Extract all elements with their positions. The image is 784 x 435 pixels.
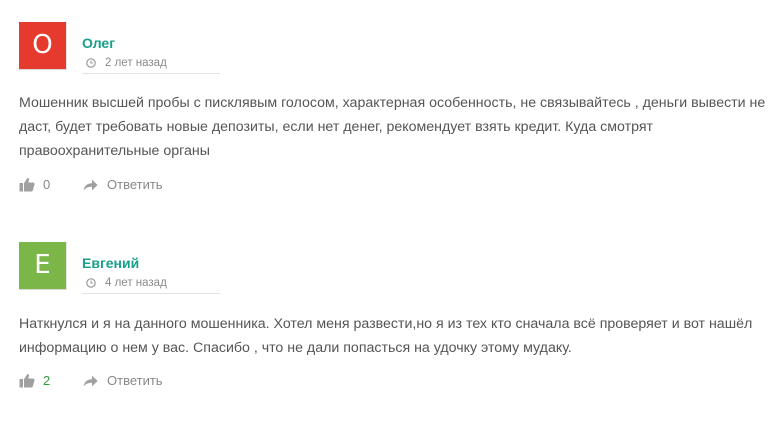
comment: E Евгений 4 лет назад Наткнулся и я на д… [0,242,784,412]
like-count: 2 [43,373,51,388]
avatar-frame: E [19,242,67,290]
comment-author[interactable]: Евгений [82,255,139,271]
meta-divider [82,73,220,74]
avatar: O [19,22,66,69]
thumbs-up-icon[interactable] [19,373,35,388]
comment: O Олег 2 лет назад Мошенник высшей пробы… [0,22,784,202]
clock-icon [86,58,96,68]
reply-button[interactable]: Ответить [83,177,163,192]
comment-actions: 2 Ответить [19,373,163,388]
meta-divider [82,293,220,294]
reply-arrow-icon [83,179,98,190]
comment-text: Мошенник высшей пробы с писклявым голосо… [19,95,766,159]
reply-label[interactable]: Ответить [107,373,163,388]
comment-text: Наткнулся и я на данного мошенника. Хоте… [19,316,753,356]
comment-actions: 0 Ответить [19,177,163,192]
comment-meta: 2 лет назад [86,57,167,69]
comment-meta: 4 лет назад [86,277,167,289]
clock-icon [86,278,96,288]
comment-author[interactable]: Олег [82,35,115,51]
comment-time: 2 лет назад [105,57,167,69]
thumbs-up-icon[interactable] [19,177,35,192]
avatar: E [19,242,66,289]
avatar-frame: O [19,22,67,70]
reply-arrow-icon [83,375,98,386]
like-count: 0 [43,177,51,192]
comment-time: 4 лет назад [105,277,167,289]
reply-button[interactable]: Ответить [83,373,163,388]
reply-label[interactable]: Ответить [107,177,163,192]
